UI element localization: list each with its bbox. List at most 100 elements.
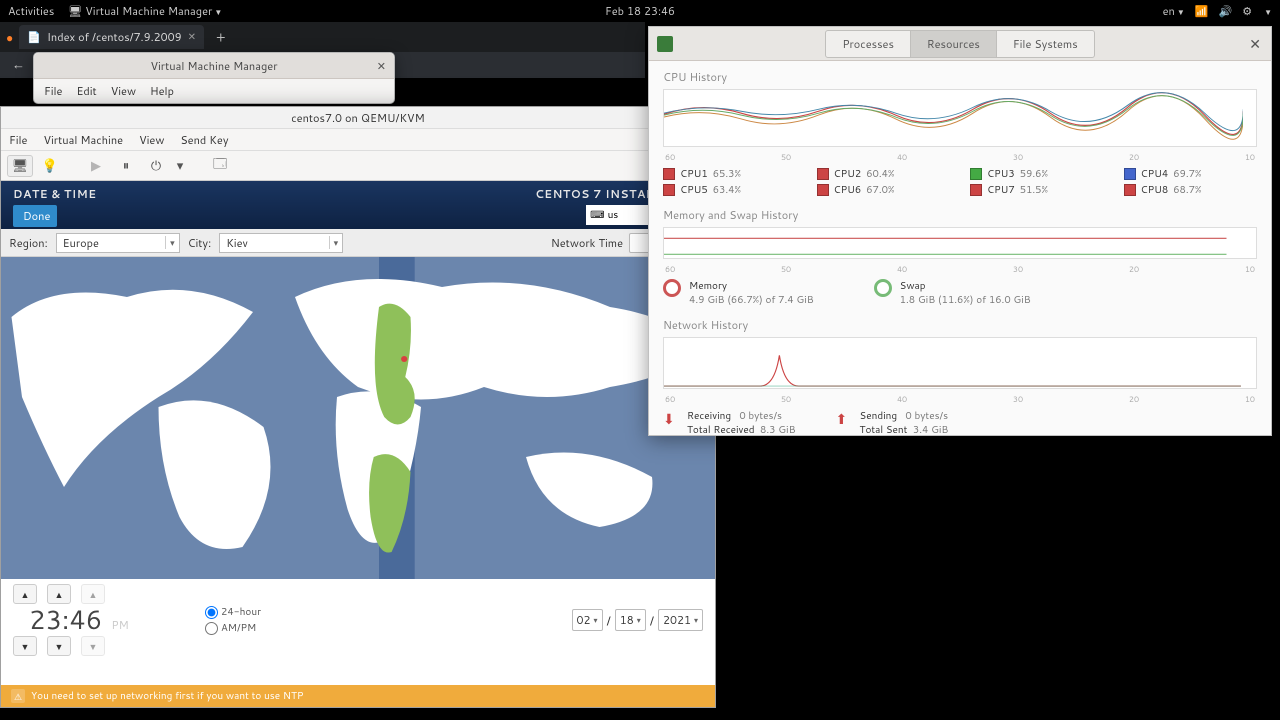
hour-down-button[interactable]: ▼: [13, 636, 37, 656]
vmm-menu-edit[interactable]: Edit: [76, 83, 96, 99]
city-select[interactable]: Kiev: [219, 233, 343, 253]
cpu-value: 65.3%: [713, 167, 741, 181]
minute-up-button[interactable]: ▲: [47, 584, 71, 604]
keyboard-icon: ⌨: [590, 208, 604, 222]
cpu-value: 51.5%: [1020, 183, 1048, 197]
tab-filesystems[interactable]: File Systems: [997, 30, 1095, 58]
format-24h-radio[interactable]: 24-hour: [205, 605, 261, 619]
sendtot-value: 3.4 GiB: [913, 423, 949, 435]
cpu-color-swatch: [1124, 168, 1136, 180]
tab-close-icon[interactable]: ✕: [188, 30, 196, 44]
back-button[interactable]: ←: [12, 56, 25, 74]
system-monitor-window: Processes Resources File Systems ✕ CPU H…: [648, 26, 1272, 436]
city-label: City:: [188, 235, 212, 251]
vmm-title-text: Virtual Machine Manager: [150, 58, 277, 74]
power-icon[interactable]: ▼: [1262, 3, 1272, 19]
time-date-row: ▲ ▼ ▲ ▼ ▲ ▼ 23:46 PM 24-hour: [1, 579, 715, 661]
browser-tab[interactable]: 📄 Index of /centos/7.9.2009 ✕: [19, 25, 204, 49]
details-view-button[interactable]: 💡: [37, 155, 63, 177]
net-graph: [663, 337, 1257, 389]
net-legend: ⬇ Receiving 0 bytes/s Total Received 8.3…: [663, 409, 1257, 435]
upload-arrow-icon: ⬆: [836, 409, 852, 425]
vm-menu-view[interactable]: View: [139, 132, 164, 148]
cpu-name: CPU7: [987, 183, 1015, 197]
region-select[interactable]: Europe: [56, 233, 180, 253]
snapshot-button[interactable]: 🗔: [207, 155, 233, 177]
tab-resources[interactable]: Resources: [911, 30, 997, 58]
tab-favicon: 📄: [27, 29, 41, 45]
warning-bar: ⚠ You need to set up networking first if…: [1, 685, 715, 707]
anaconda-header: DATE & TIME Done CENTOS 7 INSTALLATION ⌨…: [1, 181, 715, 229]
hour-up-button[interactable]: ▲: [13, 584, 37, 604]
vm-menu-vm[interactable]: Virtual Machine: [43, 132, 123, 148]
vm-menubar: File Virtual Machine View Send Key: [1, 129, 715, 151]
cpu-legend-item: CPU8 68.7%: [1124, 183, 1258, 197]
format-ampm-radio[interactable]: AM/PM: [205, 621, 261, 635]
shutdown-button[interactable]: ⏻: [143, 155, 169, 177]
keyboard-indicator[interactable]: ⌨ us: [586, 205, 654, 225]
browser-tabstrip: ● 📄 Index of /centos/7.9.2009 ✕ +: [0, 22, 645, 52]
year-select[interactable]: 2021: [658, 609, 703, 631]
vmm-menu-file[interactable]: File: [44, 83, 62, 99]
net-history-title: Network History: [663, 317, 1257, 333]
timezone-map[interactable]: [1, 257, 715, 579]
sysmon-header[interactable]: Processes Resources File Systems ✕: [649, 27, 1271, 61]
day-select[interactable]: 18: [615, 609, 646, 631]
mem-graph: [663, 227, 1257, 259]
cpu-color-swatch: [663, 168, 675, 180]
vm-titlebar[interactable]: centos7.0 on QEMU/KVM ✕: [1, 107, 715, 129]
done-button[interactable]: Done: [13, 205, 57, 227]
vmm-window: Virtual Machine Manager ✕ File Edit View…: [33, 52, 395, 104]
network-icon[interactable]: 📶: [1195, 3, 1209, 19]
vmm-titlebar[interactable]: Virtual Machine Manager ✕: [34, 53, 394, 79]
minute-down-button[interactable]: ▼: [47, 636, 71, 656]
vm-console-window: centos7.0 on QEMU/KVM ✕ File Virtual Mac…: [0, 106, 716, 708]
swap-label: Swap: [900, 279, 1031, 293]
download-arrow-icon: ⬇: [663, 409, 679, 425]
cpu-name: CPU3: [987, 167, 1015, 181]
send-value: 0 bytes/s: [905, 409, 948, 423]
vm-menu-sendkey[interactable]: Send Key: [180, 132, 228, 148]
ampm-up-button: ▲: [81, 584, 105, 604]
cpu-name: CPU5: [680, 183, 708, 197]
run-button[interactable]: ▶: [83, 155, 109, 177]
vmm-menu-help[interactable]: Help: [150, 83, 174, 99]
clock[interactable]: Feb 18 23:46: [605, 3, 675, 19]
vmm-close-icon[interactable]: ✕: [377, 58, 386, 74]
cpu-legend-item: CPU7 51.5%: [970, 183, 1104, 197]
recv-label: Receiving: [687, 409, 731, 423]
recv-value: 0 bytes/s: [739, 409, 782, 423]
gnome-topbar: Activities 🖥 Virtual Machine Manager▼ Fe…: [0, 0, 1280, 22]
memory-value: 4.9 GiB (66.7%) of 7.4 GiB: [689, 293, 814, 307]
vmm-menu-view[interactable]: View: [111, 83, 136, 99]
volume-icon[interactable]: 🔊: [1219, 3, 1233, 19]
cpu-legend-item: CPU4 69.7%: [1124, 167, 1258, 181]
vmm-menubar: File Edit View Help: [34, 79, 394, 103]
app-menu[interactable]: 🖥 Virtual Machine Manager▼: [68, 3, 222, 19]
cpu-legend: CPU1 65.3%CPU2 60.4%CPU3 59.6%CPU4 69.7%…: [663, 167, 1257, 197]
network-time-label: Network Time: [551, 235, 623, 251]
cpu-value: 59.6%: [1020, 167, 1048, 181]
console-view-button[interactable]: 🖥: [7, 155, 33, 177]
keyboard-layout: us: [608, 208, 619, 222]
lang-indicator[interactable]: en▼: [1163, 3, 1185, 19]
month-select[interactable]: 02: [572, 609, 603, 631]
recvtot-value: 8.3 GiB: [760, 423, 796, 435]
pause-button[interactable]: ⏸: [113, 155, 139, 177]
firefox-icon: ●: [6, 29, 13, 46]
shutdown-menu-button[interactable]: ▾: [173, 155, 187, 177]
page-title: DATE & TIME: [13, 186, 97, 202]
new-tab-button[interactable]: +: [210, 25, 232, 49]
tab-processes[interactable]: Processes: [825, 30, 911, 58]
settings-icon[interactable]: ⚙: [1242, 3, 1252, 19]
cpu-color-swatch: [663, 184, 675, 196]
activities-button[interactable]: Activities: [8, 3, 54, 19]
warning-icon: ⚠: [11, 689, 25, 703]
sysmon-close-icon[interactable]: ✕: [1249, 34, 1261, 54]
cpu-legend-item: CPU1 65.3%: [663, 167, 797, 181]
mem-ticks: 605040302010: [663, 263, 1257, 275]
vm-menu-file[interactable]: File: [9, 132, 27, 148]
ampm-down-button: ▼: [81, 636, 105, 656]
memory-label: Memory: [689, 279, 814, 293]
mem-legend: Memory 4.9 GiB (66.7%) of 7.4 GiB Swap 1…: [663, 279, 1257, 307]
